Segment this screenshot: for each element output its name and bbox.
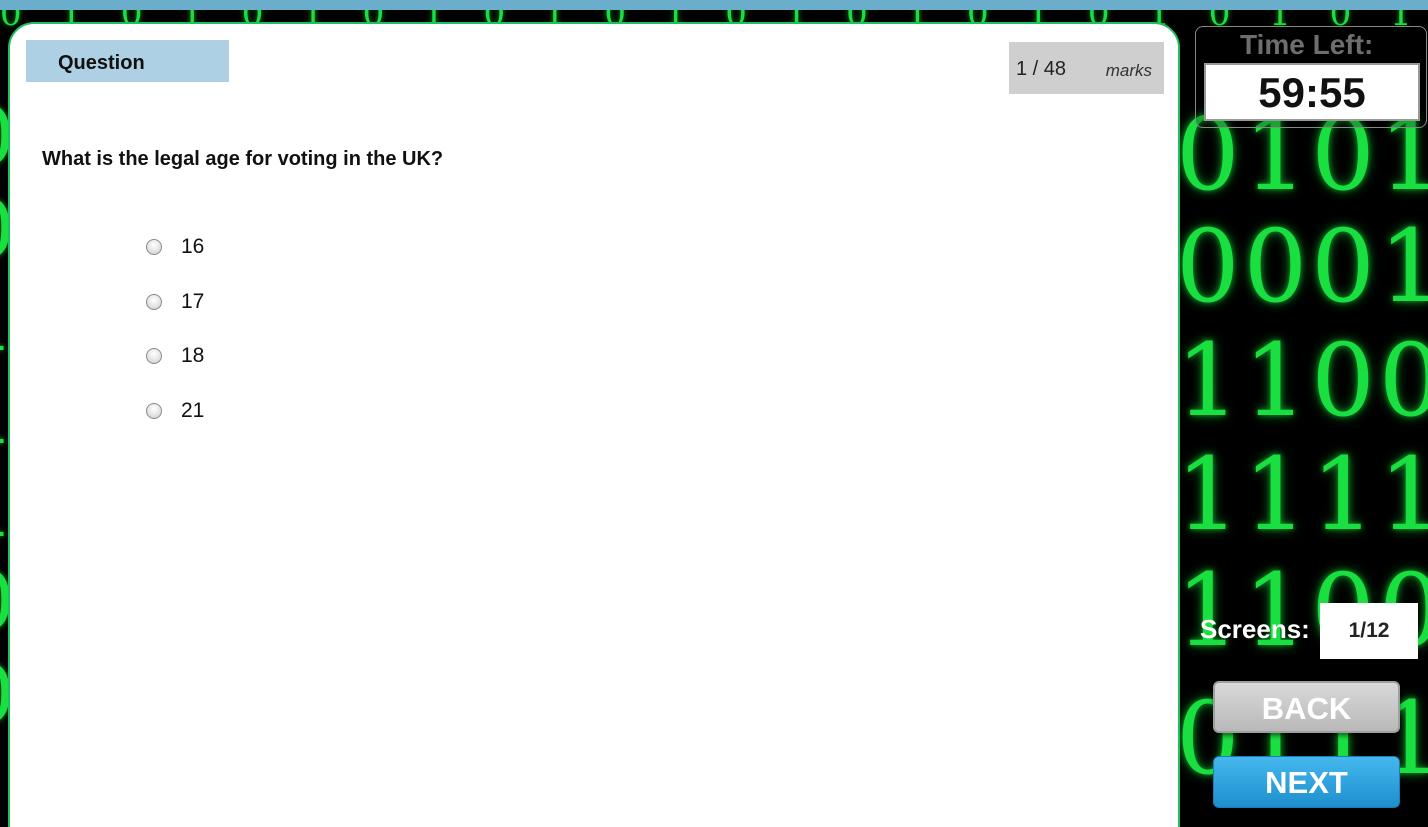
- next-button[interactable]: NEXT: [1213, 756, 1400, 808]
- question-tab: Question: [26, 40, 229, 82]
- binary-row-4: 11110: [1176, 436, 1428, 553]
- option-label[interactable]: 16: [181, 235, 204, 259]
- question-panel: Question 1 / 48 marks What is the legal …: [8, 22, 1180, 827]
- timer-label: Time Left:: [1240, 29, 1374, 60]
- answer-option[interactable]: 21: [146, 384, 204, 439]
- answer-option[interactable]: 17: [146, 275, 204, 330]
- screens-value: 1/12: [1320, 603, 1418, 659]
- binary-row-2: 00011: [1176, 208, 1428, 325]
- radio-button[interactable]: [146, 403, 162, 420]
- question-text: What is the legal age for voting in the …: [42, 148, 444, 170]
- header-strip: [0, 0, 1428, 10]
- radio-button[interactable]: [146, 348, 162, 365]
- question-counter: 1 / 48: [1016, 58, 1067, 80]
- radio-button[interactable]: [146, 293, 162, 310]
- timer-box: Time Left: 59:55: [1195, 26, 1427, 128]
- radio-button[interactable]: [146, 239, 162, 256]
- option-label[interactable]: 21: [181, 399, 204, 423]
- marks-box: 1 / 48 marks: [1009, 42, 1164, 94]
- binary-row-3: 11001: [1176, 322, 1428, 439]
- screens-label: Screens:: [1200, 614, 1310, 644]
- back-button[interactable]: BACK: [1213, 681, 1400, 733]
- timer-value: 59:55: [1204, 63, 1420, 121]
- quiz-page: 0 1 0 1 0 1 0 1 0 1 0 1 0 1 0 1 0 1 0 1 …: [0, 0, 1428, 827]
- answer-option[interactable]: 16: [146, 220, 204, 275]
- marks-label: marks: [1105, 61, 1152, 80]
- answer-options: 16 17 18 21: [146, 220, 204, 438]
- option-label[interactable]: 17: [181, 290, 204, 314]
- option-label[interactable]: 18: [181, 344, 204, 368]
- answer-option[interactable]: 18: [146, 329, 204, 384]
